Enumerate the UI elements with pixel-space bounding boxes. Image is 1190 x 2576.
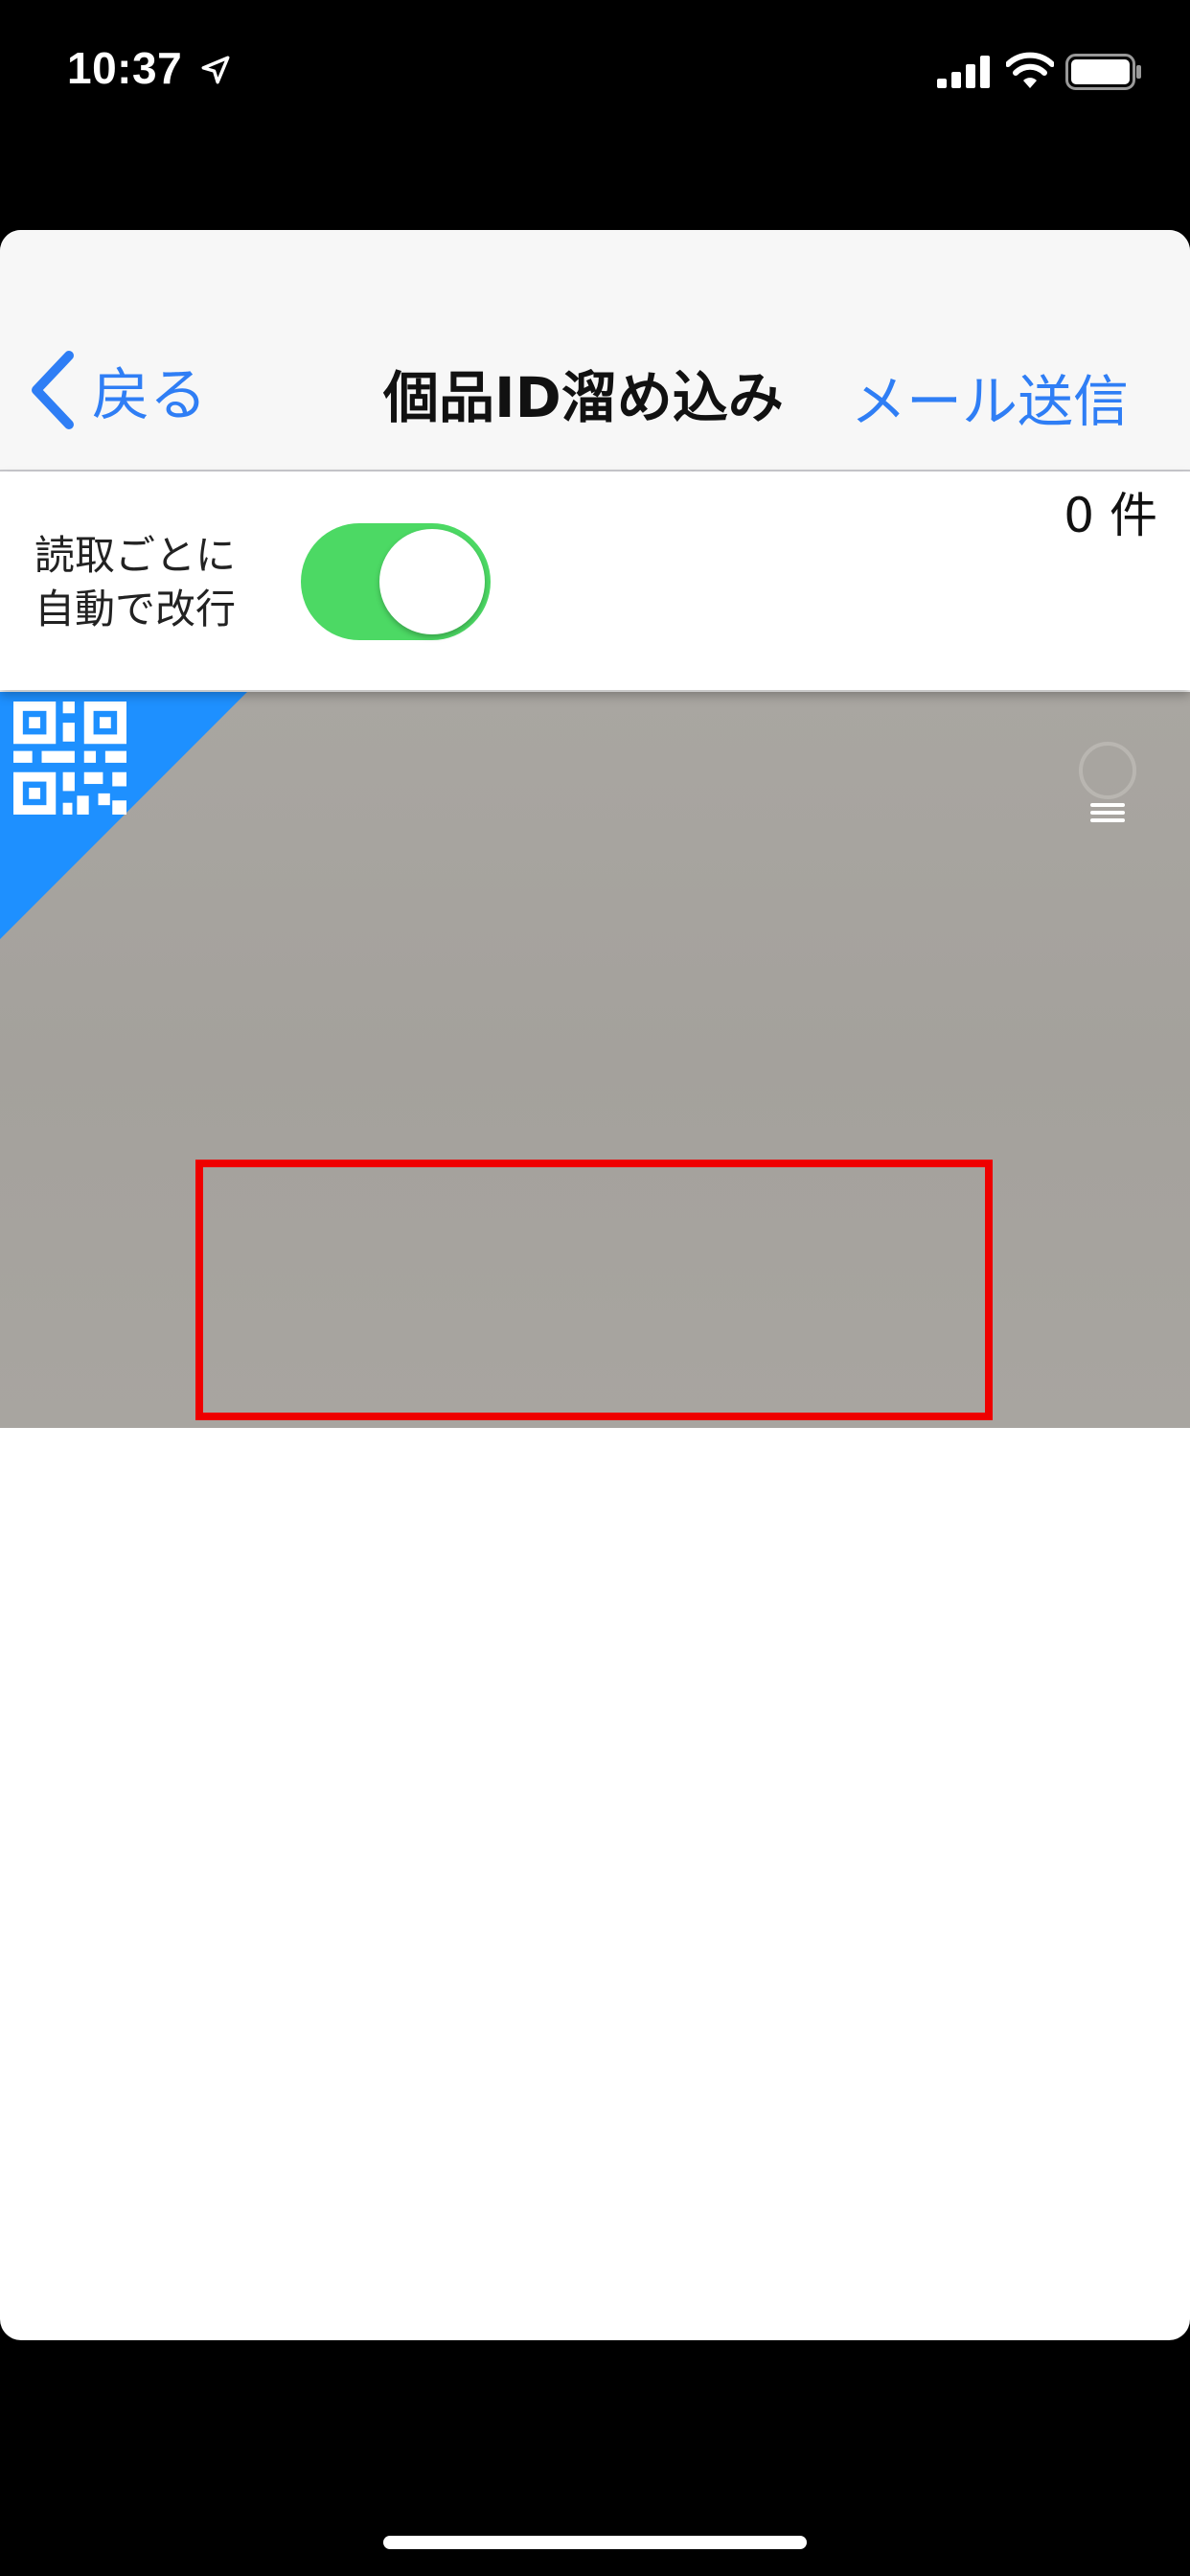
status-time: 10:37 xyxy=(67,43,183,93)
scan-count: 0 件 xyxy=(1064,488,1157,543)
page-title: 個品ID溜め込み xyxy=(383,365,784,430)
location-arrow-icon xyxy=(201,56,230,84)
status-bar: 10:37 xyxy=(0,0,1190,144)
back-label: 戻る xyxy=(92,361,207,429)
scan-target-frame xyxy=(195,1160,993,1420)
toggle-knob xyxy=(379,529,485,634)
auto-newline-label: 読取ごとに 自動で改行 xyxy=(34,529,264,636)
auto-newline-label-line2: 自動で改行 xyxy=(34,586,237,632)
screen: 10:37 戻る 個品ID溜め込み メール送信 読取ごとに 自動で改行 0 件 xyxy=(0,0,1190,2576)
settings-row: 読取ごとに 自動で改行 0 件 xyxy=(0,472,1190,690)
wifi-icon xyxy=(1006,52,1054,88)
send-mail-button[interactable]: メール送信 xyxy=(851,356,1129,437)
back-button[interactable]: 戻る xyxy=(27,347,207,433)
camera-preview[interactable] xyxy=(0,692,1190,1428)
lightbulb-icon[interactable] xyxy=(1073,740,1142,855)
auto-newline-toggle[interactable] xyxy=(301,523,491,640)
signal-bars-icon xyxy=(937,56,990,88)
modal-sheet: 戻る 個品ID溜め込み メール送信 読取ごとに 自動で改行 0 件 xyxy=(0,230,1190,2340)
chevron-left-icon xyxy=(32,351,74,429)
qr-code-icon xyxy=(13,702,126,815)
navigation-bar: 戻る 個品ID溜め込み メール送信 xyxy=(0,230,1190,472)
home-indicator[interactable] xyxy=(383,2536,807,2549)
auto-newline-label-line1: 読取ごとに xyxy=(34,532,237,579)
battery-icon xyxy=(1065,54,1141,90)
